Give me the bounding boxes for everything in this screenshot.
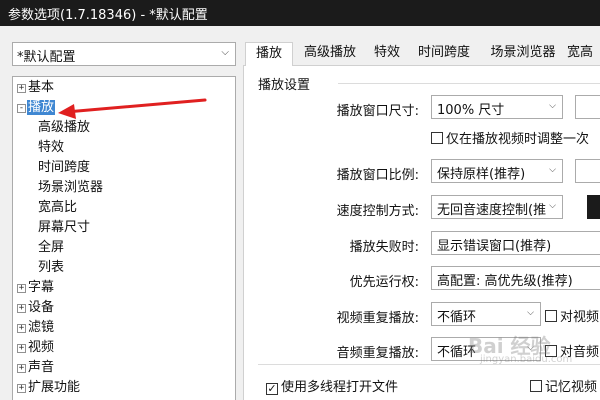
chevron-down-icon: ⌵: [221, 47, 229, 58]
tab-playback[interactable]: 播放: [245, 42, 293, 66]
video-repeat-checkbox[interactable]: 对视频: [545, 306, 599, 325]
tree-item-advanced-playback[interactable]: 高级播放: [37, 118, 91, 138]
expand-icon[interactable]: +: [17, 343, 26, 353]
tree-item-aspect-ratio[interactable]: 宽高比: [37, 198, 78, 218]
window-ratio-label: 播放窗口比例:: [336, 168, 419, 183]
video-repeat-value: 不循环: [437, 310, 477, 325]
checkbox-icon[interactable]: [431, 132, 443, 144]
tree-item-label: 基本: [28, 80, 55, 95]
tree-item-label: 视频: [28, 340, 55, 355]
adjust-only-video-label: 仅在播放视频时调整一次: [446, 132, 590, 147]
tree-item-audio[interactable]: + 声音: [17, 358, 55, 378]
tab-advanced-playback[interactable]: 高级播放: [295, 42, 365, 66]
tree-item-label: 滤镜: [28, 320, 55, 335]
window-ratio-extra-field[interactable]: [575, 159, 600, 183]
window-title: 参数选项(1.7.18346) - *默认配置: [8, 8, 208, 23]
preset-dropdown[interactable]: *默认配置 ⌵: [12, 42, 236, 66]
window-size-select[interactable]: 100% 尺寸 ⌵: [431, 95, 563, 119]
tree-item-filters[interactable]: + 滤镜: [17, 318, 55, 338]
chevron-down-icon: ⌵: [549, 165, 556, 175]
remember-video-checkbox[interactable]: 记忆视频: [530, 376, 597, 395]
on-fail-label: 播放失败时:: [349, 240, 419, 255]
tree-item-time-span[interactable]: 时间跨度: [37, 158, 91, 178]
speed-control-select[interactable]: 无回音速度控制(推 ⌵: [431, 195, 563, 219]
window-size-value: 100% 尺寸: [437, 103, 505, 118]
tree-item-label: 高级播放: [38, 120, 91, 135]
on-fail-select[interactable]: 显示错误窗口(推荐): [431, 231, 600, 255]
speed-control-label: 速度控制方式:: [336, 204, 419, 219]
checkbox-icon[interactable]: [545, 310, 557, 322]
tab-time-span[interactable]: 时间跨度: [409, 42, 479, 66]
watermark-url: jingyan.baidu.com: [480, 354, 573, 365]
tree-item-label: 播放: [27, 100, 56, 115]
tree-item-effects[interactable]: 特效: [37, 138, 65, 158]
tree-item-label: 时间跨度: [38, 160, 91, 175]
checkmark-icon[interactable]: ✓: [266, 383, 278, 395]
tree-item-scene-browser[interactable]: 场景浏览器: [37, 178, 104, 198]
title-bar: 参数选项(1.7.18346) - *默认配置: [0, 0, 600, 26]
tab-effects[interactable]: 特效: [367, 42, 407, 66]
remember-video-label: 记忆视频: [545, 380, 598, 395]
tree-item-label: 列表: [38, 260, 65, 275]
tree-item-video[interactable]: + 视频: [17, 338, 55, 358]
tab-aspect-ratio[interactable]: 宽高: [567, 42, 600, 66]
tree-item-label: 声音: [28, 360, 55, 375]
section-title: 播放设置: [258, 78, 311, 93]
tree-item-fullscreen[interactable]: 全屏: [37, 238, 65, 258]
settings-tree: + 基本 - 播放 高级播放 特效 时间跨度 场景浏览器 宽高比 屏幕尺寸 全屏 列…: [12, 76, 236, 400]
tree-item-screen-size[interactable]: 屏幕尺寸: [37, 218, 91, 238]
collapse-icon[interactable]: -: [17, 103, 26, 113]
tree-item-label: 特效: [38, 140, 65, 155]
chevron-down-icon: ⌵: [549, 101, 556, 111]
window-size-extra-field[interactable]: [575, 95, 600, 119]
adjust-only-video-checkbox[interactable]: 仅在播放视频时调整一次: [431, 128, 589, 147]
checkbox-icon[interactable]: [530, 380, 542, 392]
video-repeat-check-label: 对视频: [560, 310, 600, 325]
window-ratio-value: 保持原样(推荐): [437, 167, 526, 182]
window-ratio-select[interactable]: 保持原样(推荐) ⌵: [431, 159, 563, 183]
tree-item-playlist[interactable]: 列表: [37, 258, 65, 278]
priority-select[interactable]: 高配置: 高优先级(推荐): [431, 266, 600, 290]
tree-item-extensions[interactable]: + 扩展功能: [17, 378, 81, 398]
tree-item-basic[interactable]: + 基本: [17, 78, 55, 98]
section-divider: [338, 83, 600, 84]
tree-item-label: 全屏: [38, 240, 65, 255]
multithread-label: 使用多线程打开文件: [281, 380, 399, 395]
tree-item-label: 设备: [28, 300, 55, 315]
tree-item-label: 扩展功能: [28, 380, 81, 395]
chevron-down-icon: ⌵: [549, 201, 556, 211]
tree-item-label: 屏幕尺寸: [38, 220, 91, 235]
tab-scene-browser[interactable]: 场景浏览器: [481, 42, 565, 66]
tree-item-label: 字幕: [28, 280, 55, 295]
video-repeat-select[interactable]: 不循环 ⌵: [431, 302, 541, 326]
on-fail-value: 显示错误窗口(推荐): [437, 239, 552, 254]
expand-icon[interactable]: +: [17, 363, 26, 373]
window-size-label: 播放窗口尺寸:: [336, 104, 419, 119]
priority-value: 高配置: 高优先级(推荐): [437, 274, 573, 289]
expand-icon[interactable]: +: [17, 303, 26, 313]
multithread-checkbox[interactable]: ✓ 使用多线程打开文件: [266, 376, 398, 395]
expand-icon[interactable]: +: [17, 83, 26, 93]
speed-control-value: 无回音速度控制(推: [437, 203, 547, 218]
video-repeat-label: 视频重复播放:: [336, 311, 419, 326]
tree-item-label: 场景浏览器: [38, 180, 104, 195]
tree-item-devices[interactable]: + 设备: [17, 298, 55, 318]
chevron-down-icon: ⌵: [527, 308, 534, 318]
tree-item-label: 宽高比: [38, 200, 78, 215]
tree-item-playback[interactable]: - 播放: [17, 98, 56, 118]
expand-icon[interactable]: +: [17, 323, 26, 333]
audio-repeat-label: 音频重复播放:: [336, 346, 419, 361]
expand-icon[interactable]: +: [17, 383, 26, 393]
tab-bar: 播放 高级播放 特效 时间跨度 场景浏览器 宽高: [243, 42, 600, 66]
tree-item-subtitles[interactable]: + 字幕: [17, 278, 55, 298]
priority-label: 优先运行权:: [349, 275, 419, 290]
expand-icon[interactable]: +: [17, 283, 26, 293]
preset-value: *默认配置: [17, 50, 76, 65]
speed-control-extra: [587, 195, 600, 219]
